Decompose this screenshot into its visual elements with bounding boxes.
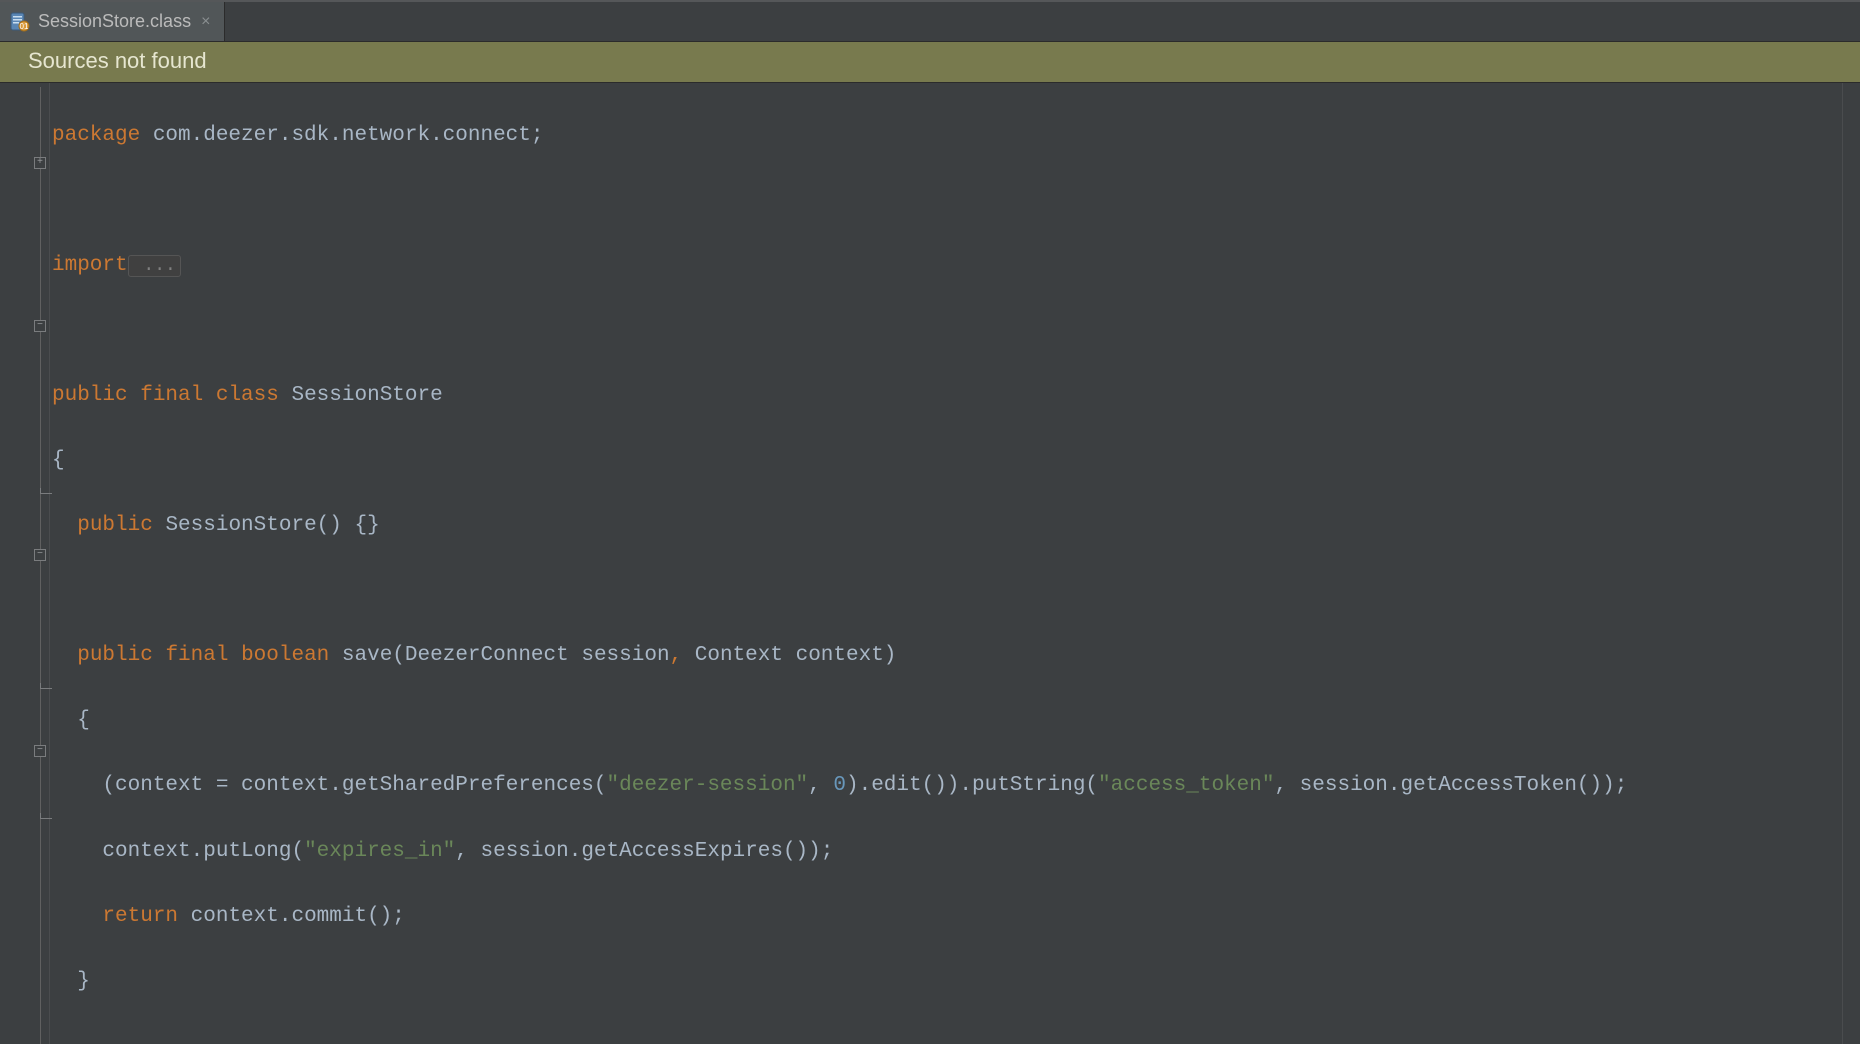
close-icon[interactable]: × [199, 13, 212, 31]
banner-text: Sources not found [28, 48, 207, 73]
fold-collapse-icon[interactable] [34, 549, 46, 561]
sources-not-found-banner: Sources not found [0, 42, 1860, 83]
fold-collapse-icon[interactable] [34, 320, 46, 332]
svg-text:01: 01 [20, 22, 29, 31]
fold-expand-icon[interactable] [34, 157, 46, 169]
tab-filename: SessionStore.class [38, 11, 191, 32]
gutter[interactable] [0, 83, 50, 1044]
code-content[interactable]: package com.deezer.sdk.network.connect; … [50, 83, 1627, 1044]
editor-tab[interactable]: 01 SessionStore.class × [0, 2, 225, 41]
editor-area[interactable]: package com.deezer.sdk.network.connect; … [0, 83, 1860, 1044]
tab-bar: 01 SessionStore.class × [0, 0, 1860, 42]
fold-collapse-icon[interactable] [34, 745, 46, 757]
class-file-icon: 01 [10, 12, 30, 32]
error-stripe[interactable] [1842, 83, 1860, 1044]
